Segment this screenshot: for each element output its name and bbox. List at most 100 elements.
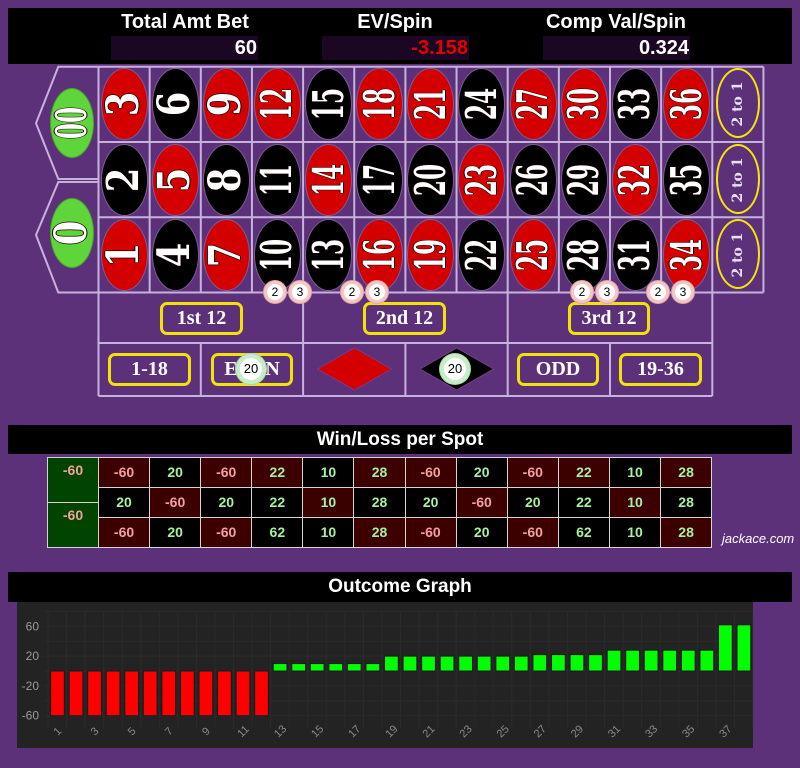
number-oval-red: 18 [357, 69, 403, 140]
winloss-cell: 28 [661, 458, 712, 487]
number-spot-6[interactable]: 6 [150, 67, 201, 142]
number-oval-red: 34 [664, 219, 710, 290]
winloss-cell: 20 [150, 518, 201, 547]
winloss-cell: 62 [558, 518, 609, 547]
number-spot-21[interactable]: 21 [405, 67, 456, 142]
number-label: 9 [204, 92, 249, 117]
chip-on-black[interactable]: 20 [440, 354, 470, 384]
high-bet-19-36[interactable]: 19-36 [619, 353, 702, 386]
number-spot-2[interactable]: 2 [99, 142, 150, 217]
number-spot-22[interactable]: 22 [456, 217, 507, 292]
number-spot-7[interactable]: 7 [201, 217, 252, 292]
outcome-bar [384, 655, 399, 672]
column-bet-middle[interactable]: 2 to 1 [712, 142, 763, 217]
number-oval-red: 5 [152, 144, 198, 215]
number-label: 23 [459, 163, 505, 196]
number-spot-8[interactable]: 8 [201, 142, 252, 217]
outcome-bar [439, 655, 455, 672]
outcome-bar [254, 670, 269, 717]
chip[interactable]: 2 [571, 281, 593, 303]
number-spot-26[interactable]: 26 [508, 142, 559, 217]
number-spot-30[interactable]: 30 [559, 67, 610, 142]
winloss-cell: 28 [354, 518, 405, 547]
dozen-bet-2nd[interactable]: 2nd 12 [363, 302, 446, 335]
outcome-bar [328, 663, 344, 672]
winloss-cell: -60 [150, 488, 201, 517]
number-oval-red: 19 [408, 219, 454, 290]
green-oval-0: 0 [46, 199, 97, 268]
chip[interactable]: 3 [366, 281, 388, 303]
outcome-bar [476, 655, 492, 672]
number-spot-3[interactable]: 3 [99, 67, 150, 142]
outcome-bar [217, 670, 232, 717]
number-spot-36[interactable]: 36 [661, 67, 712, 142]
chip[interactable]: 2 [264, 281, 286, 303]
number-spot-9[interactable]: 9 [201, 67, 252, 142]
number-spot-15[interactable]: 15 [303, 67, 354, 142]
number-label: 36 [664, 88, 710, 121]
number-oval-black: 11 [254, 144, 300, 215]
red-bet-diamond[interactable] [316, 347, 393, 391]
dozen-bet-1st[interactable]: 1st 12 [160, 302, 243, 335]
zero-spot-00[interactable]: 00 [40, 67, 98, 179]
number-oval-black: 26 [510, 144, 556, 215]
number-spot-25[interactable]: 25 [508, 217, 559, 292]
outcome-chart: 6020-20-601 3 5 7 9 11 13 15 17 19 21 23 25 27 29 31 33 3… [17, 602, 753, 748]
number-spot-24[interactable]: 24 [456, 67, 507, 142]
zero-spot-0[interactable]: 0 [40, 182, 98, 292]
number-label: 22 [459, 238, 505, 271]
chip[interactable]: 2 [341, 281, 363, 303]
winloss-cell: 20 [99, 488, 150, 517]
number-spot-35[interactable]: 35 [661, 142, 712, 217]
number-spot-18[interactable]: 18 [354, 67, 405, 142]
number-spot-19[interactable]: 19 [405, 217, 456, 292]
outcome-bar [105, 670, 121, 717]
number-spot-27[interactable]: 27 [508, 67, 559, 142]
number-label: 15 [306, 88, 352, 121]
number-oval-black: 33 [612, 69, 658, 140]
winloss-cell: -60 [405, 518, 456, 547]
number-spot-1[interactable]: 1 [99, 217, 150, 292]
number-oval-black: 31 [612, 219, 658, 290]
number-spot-33[interactable]: 33 [610, 67, 661, 142]
number-spot-4[interactable]: 4 [150, 217, 201, 292]
number-oval-black: 8 [203, 144, 249, 215]
number-label: 2 [102, 167, 147, 192]
odd-bet[interactable]: ODD [517, 353, 599, 386]
column-bet-label: 2 to 1 [729, 232, 746, 278]
outcome-bar [606, 649, 622, 672]
winloss-cell: 28 [661, 488, 712, 517]
chip[interactable]: 3 [672, 281, 694, 303]
number-spot-23[interactable]: 23 [456, 142, 507, 217]
number-spot-11[interactable]: 11 [252, 142, 303, 217]
number-spot-20[interactable]: 20 [405, 142, 456, 217]
winloss-cell: -60 [201, 518, 252, 547]
number-spot-5[interactable]: 5 [150, 142, 201, 217]
number-label: 4 [153, 243, 198, 268]
chip[interactable]: 2 [647, 281, 669, 303]
number-spot-29[interactable]: 29 [559, 142, 610, 217]
number-oval-black: 20 [408, 144, 454, 215]
number-label: 25 [510, 238, 556, 271]
y-tick-label: -20 [22, 679, 40, 693]
outcome-bar [513, 655, 529, 672]
winloss-zero-cell: -60 [48, 458, 98, 502]
low-bet-1-18[interactable]: 1-18 [108, 353, 191, 386]
number-spot-12[interactable]: 12 [252, 67, 303, 142]
number-spot-14[interactable]: 14 [303, 142, 354, 217]
number-spot-17[interactable]: 17 [354, 142, 405, 217]
outcome-bar [662, 649, 678, 672]
winloss-cell: 62 [252, 518, 303, 547]
chip[interactable]: 3 [596, 281, 618, 303]
column-bet-bottom[interactable]: 2 to 1 [712, 217, 763, 292]
chip-on-even[interactable]: 20 [236, 354, 266, 384]
number-oval-black: 22 [459, 219, 505, 290]
chip[interactable]: 3 [289, 281, 311, 303]
number-spot-32[interactable]: 32 [610, 142, 661, 217]
number-grid: 3691215182124273033362581114172023262932… [99, 67, 713, 293]
column-bet-top[interactable]: 2 to 1 [712, 67, 763, 142]
dozen-bet-3rd[interactable]: 3rd 12 [568, 302, 650, 335]
winloss-cell: 10 [303, 488, 354, 517]
number-label: 7 [204, 243, 249, 268]
number-label: 26 [510, 163, 556, 196]
